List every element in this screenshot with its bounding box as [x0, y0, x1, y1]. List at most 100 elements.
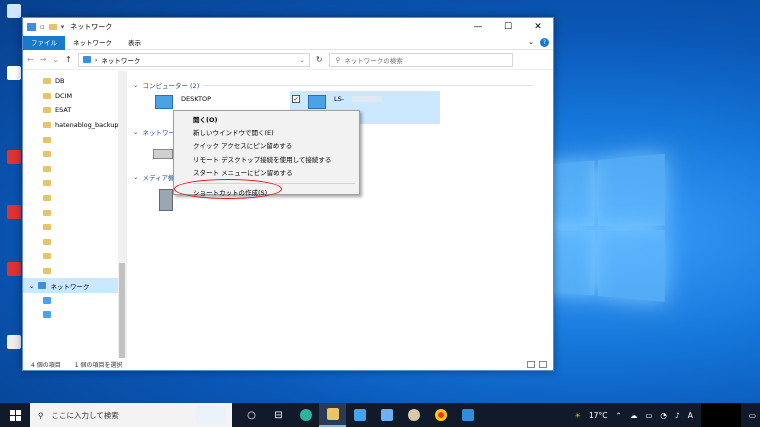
- nav-item-folder[interactable]: [23, 147, 126, 162]
- ime-indicator[interactable]: A: [688, 411, 693, 420]
- chevron-down-icon[interactable]: ▾: [61, 23, 65, 31]
- paint-icon[interactable]: [400, 403, 427, 427]
- wifi-icon[interactable]: ◔: [660, 411, 667, 420]
- nav-item-computer[interactable]: [23, 293, 126, 308]
- menu-item-remote-desktop[interactable]: リモート デスクトップ接続を使用して接続する: [174, 154, 359, 167]
- cortana-icon[interactable]: ○: [238, 403, 265, 427]
- desktop-icon-recycle-bin[interactable]: [3, 4, 25, 18]
- folder-icon: [43, 268, 51, 275]
- folder-icon: [43, 180, 51, 187]
- folder-icon: [43, 107, 51, 114]
- folder-icon: [43, 122, 51, 129]
- folder-icon: [43, 224, 51, 231]
- chevron-down-icon: ⌄: [29, 281, 35, 290]
- taskbar: ⚲ ここに入力して検索 ○ ⊟ ☀ 17°C ⌃ ☁ ▭ ◔ ♪ A ▭: [0, 403, 760, 427]
- nav-item-db[interactable]: DB: [23, 74, 126, 89]
- redacted-name: [352, 96, 383, 102]
- maximize-button[interactable]: ☐: [493, 18, 523, 36]
- start-button[interactable]: [0, 403, 30, 427]
- nav-scrollbar[interactable]: [118, 71, 126, 358]
- edge-icon[interactable]: [292, 403, 319, 427]
- folder-icon: [43, 92, 51, 99]
- checkbox[interactable]: ✓: [292, 95, 300, 103]
- temperature[interactable]: 17°C: [589, 411, 608, 420]
- clock-redacted[interactable]: [700, 403, 741, 427]
- onedrive-icon[interactable]: ☁: [630, 411, 638, 420]
- taskbar-search[interactable]: ⚲ ここに入力して検索: [30, 403, 232, 427]
- app-icon[interactable]: [346, 403, 373, 427]
- media-device-tile[interactable]: [159, 189, 173, 211]
- folder-icon: [43, 165, 51, 172]
- chevron-down-icon: ⌄: [133, 128, 139, 136]
- menu-item-pin-quick-access[interactable]: クイック アクセスにピン留めする: [174, 140, 359, 153]
- weather-icon[interactable]: ☀: [574, 411, 581, 420]
- menu-item-open[interactable]: 開く(O): [174, 114, 359, 127]
- app-icon[interactable]: [454, 403, 481, 427]
- chevron-right-icon: ›: [94, 55, 98, 64]
- nav-item-folder[interactable]: [23, 249, 126, 264]
- nav-item-folder[interactable]: [23, 205, 126, 220]
- chevron-up-icon[interactable]: ⌃: [616, 411, 622, 420]
- nav-item-dcim[interactable]: DCIM: [23, 89, 126, 104]
- nav-item-hatenablog-backup[interactable]: hatenablog_backup: [23, 118, 126, 133]
- folder-icon: [43, 253, 51, 260]
- expand-ribbon-icon[interactable]: ⌄: [528, 38, 534, 47]
- refresh-button[interactable]: ↻: [316, 55, 323, 64]
- chrome-icon[interactable]: [427, 403, 454, 427]
- volume-icon[interactable]: ♪: [675, 411, 680, 420]
- nav-item-folder[interactable]: [23, 176, 126, 191]
- windows-wallpaper-logo: [538, 153, 669, 306]
- tab-network[interactable]: ネットワーク: [65, 36, 120, 50]
- nav-item-folder[interactable]: [23, 191, 126, 206]
- network-icon: [27, 23, 36, 31]
- windows-icon: [9, 409, 21, 421]
- search-highlight-image: [196, 406, 226, 424]
- details-view-icon[interactable]: [527, 360, 535, 368]
- new-folder-icon[interactable]: [48, 24, 57, 30]
- tab-view[interactable]: 表示: [120, 36, 149, 50]
- minimize-button[interactable]: —: [463, 18, 493, 36]
- nav-item-computer[interactable]: [23, 308, 126, 323]
- folder-icon: [43, 238, 51, 245]
- recent-locations-button[interactable]: ⌄: [52, 55, 59, 64]
- file-explorer-icon[interactable]: [319, 403, 346, 427]
- forward-button[interactable]: →: [40, 55, 47, 64]
- network-device-tile[interactable]: [153, 149, 173, 159]
- nav-item-folder[interactable]: [23, 220, 126, 235]
- search-input[interactable]: ⚲ ネットワークの検索: [328, 52, 513, 67]
- quick-access-toolbar: ▫ ▾: [27, 23, 64, 31]
- window-title: ネットワーク: [70, 23, 113, 31]
- group-header-computers[interactable]: ⌄ コンピューター (2): [133, 80, 534, 90]
- large-icons-view-icon[interactable]: [539, 360, 547, 368]
- back-button[interactable]: ←: [27, 55, 34, 64]
- properties-icon[interactable]: ▫: [40, 23, 45, 31]
- divider: [203, 84, 534, 86]
- app-icon[interactable]: [373, 403, 400, 427]
- close-button[interactable]: ✕: [523, 18, 553, 36]
- chevron-down-icon[interactable]: ⌄: [299, 56, 308, 64]
- nav-item-folder[interactable]: [23, 132, 126, 147]
- notification-icon[interactable]: ▭: [749, 411, 756, 420]
- ribbon-tabs: ファイル ネットワーク 表示 ⌄ ?: [23, 35, 553, 50]
- nav-item-folder[interactable]: [23, 235, 126, 250]
- help-icon[interactable]: ?: [540, 38, 549, 47]
- menu-item-pin-start[interactable]: スタート メニューにピン留めする: [174, 167, 359, 180]
- computer-icon: [155, 95, 173, 109]
- search-icon: ⚲: [38, 410, 44, 420]
- search-placeholder: ネットワークの検索: [344, 56, 403, 65]
- display-icon[interactable]: ▭: [645, 411, 652, 420]
- menu-item-open-new-window[interactable]: 新しいウインドウで開く(E): [174, 127, 359, 140]
- media-server-icon: [159, 189, 173, 211]
- nav-item-folder[interactable]: [23, 264, 126, 279]
- nav-item-folder[interactable]: [23, 162, 126, 177]
- chevron-down-icon: ⌄: [133, 81, 139, 89]
- tab-file[interactable]: ファイル: [23, 35, 65, 50]
- address-bar[interactable]: › ネットワーク ⌄: [77, 52, 310, 67]
- nav-item-esat[interactable]: ESAT: [23, 103, 126, 118]
- search-icon: ⚲: [335, 55, 341, 64]
- up-button[interactable]: ↑: [65, 55, 72, 64]
- router-icon: [153, 149, 173, 159]
- task-view-icon[interactable]: ⊟: [265, 403, 292, 427]
- scrollbar-thumb[interactable]: [119, 263, 125, 358]
- nav-item-network[interactable]: ⌄ ネットワーク: [23, 278, 126, 293]
